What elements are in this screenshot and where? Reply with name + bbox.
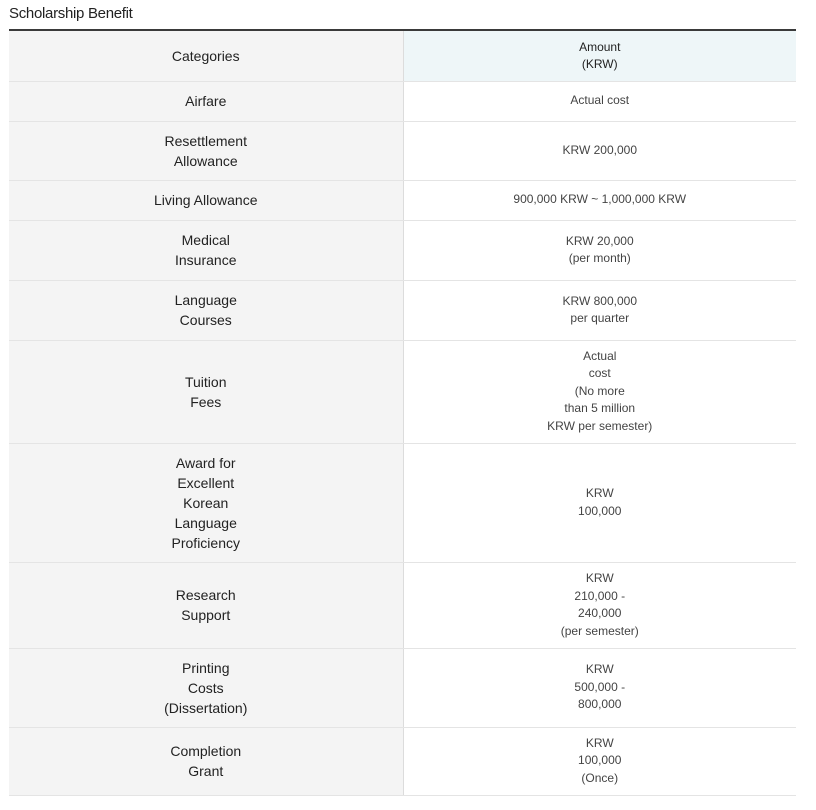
amount-cell: KRW 20,000 (per month) <box>403 220 796 281</box>
amount-cell: Actual cost (No more than 5 million KRW … <box>403 340 796 444</box>
table-header-row: Categories Amount (KRW) <box>9 30 796 82</box>
table-row: Research Support KRW 210,000 - 240,000 (… <box>9 562 796 649</box>
category-cell: Living Allowance <box>9 180 404 221</box>
category-cell: Tuition Fees <box>9 340 404 444</box>
page: Scholarship Benefit Categories Amount (K… <box>0 0 816 810</box>
table-row: Award for Excellent Korean Language Prof… <box>9 443 796 563</box>
table-row: Tuition Fees Actual cost (No more than 5… <box>9 340 796 444</box>
category-cell: Printing Costs (Dissertation) <box>9 648 404 728</box>
category-cell: Award for Excellent Korean Language Prof… <box>9 443 404 563</box>
table-row: Airfare Actual cost <box>9 81 796 122</box>
table-row: Living Allowance 900,000 KRW ~ 1,000,000… <box>9 180 796 221</box>
scholarship-benefit-table: Categories Amount (KRW) Airfare Actual c… <box>9 29 796 796</box>
category-cell: Resettlement Allowance <box>9 121 404 181</box>
amount-cell: KRW 210,000 - 240,000 (per semester) <box>403 562 796 649</box>
section-title: Scholarship Benefit <box>9 5 133 22</box>
amount-cell: KRW 800,000 per quarter <box>403 280 796 341</box>
table-row: Completion Grant KRW 100,000 (Once) <box>9 727 796 796</box>
category-cell: Airfare <box>9 81 404 122</box>
amount-cell: KRW 100,000 <box>403 443 796 563</box>
table-row: Language Courses KRW 800,000 per quarter <box>9 280 796 341</box>
header-categories: Categories <box>9 30 404 82</box>
amount-cell: KRW 500,000 - 800,000 <box>403 648 796 728</box>
amount-cell: KRW 200,000 <box>403 121 796 181</box>
category-cell: Language Courses <box>9 280 404 341</box>
table-row: Printing Costs (Dissertation) KRW 500,00… <box>9 648 796 728</box>
table-row: Medical Insurance KRW 20,000 (per month) <box>9 220 796 281</box>
amount-cell: Actual cost <box>403 81 796 122</box>
table-row: Resettlement Allowance KRW 200,000 <box>9 121 796 181</box>
amount-cell: 900,000 KRW ~ 1,000,000 KRW <box>403 180 796 221</box>
category-cell: Completion Grant <box>9 727 404 796</box>
header-amount: Amount (KRW) <box>403 30 796 82</box>
category-cell: Research Support <box>9 562 404 649</box>
category-cell: Medical Insurance <box>9 220 404 281</box>
amount-cell: KRW 100,000 (Once) <box>403 727 796 796</box>
